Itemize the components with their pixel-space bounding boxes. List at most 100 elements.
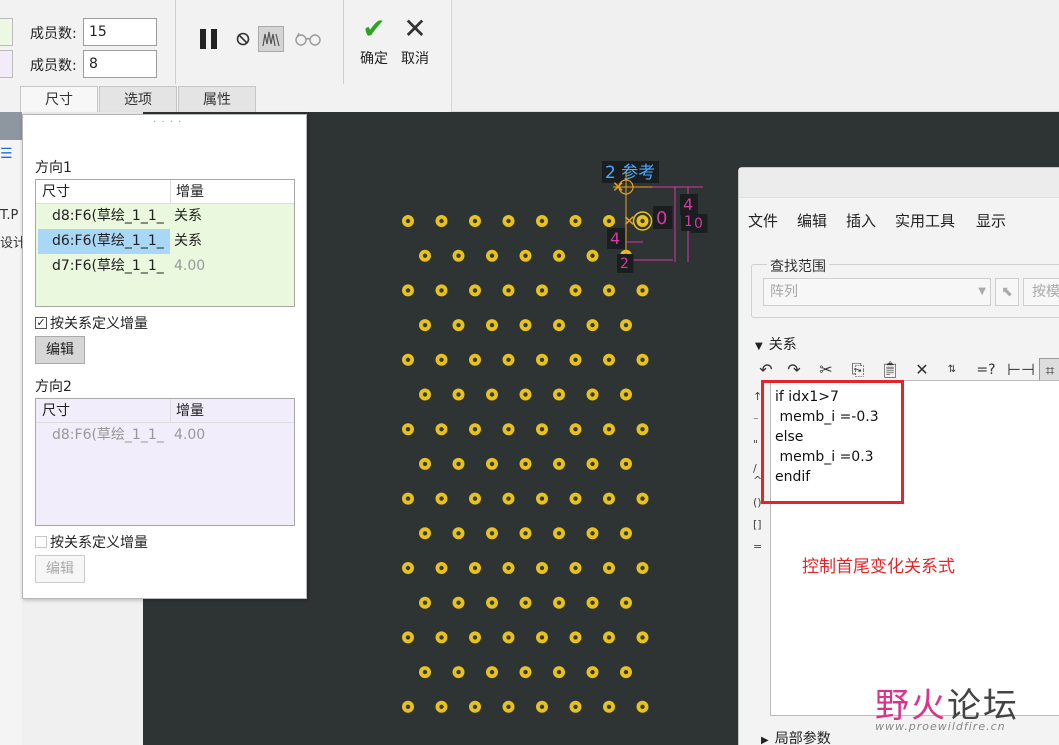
menu-edit[interactable]: 编辑 [797, 210, 827, 231]
hole-center [405, 496, 411, 501]
table-row-selected[interactable]: d6:F6(草绘_1_1_ 关系 [36, 229, 294, 254]
increment-cell[interactable]: 4.00 [174, 254, 205, 279]
dir1-edit-button[interactable]: 编辑 [35, 336, 85, 364]
hole-center [523, 531, 528, 536]
hole-center [590, 600, 595, 605]
gutter-symbol[interactable]: = [753, 540, 762, 553]
sort-values-icon[interactable]: ⇅ [941, 358, 963, 382]
hole-center [523, 669, 528, 675]
dimension-measure-icon[interactable]: ⊢⊣ [1007, 358, 1035, 382]
show-dimension-icon[interactable]: ⌗ [1039, 358, 1059, 382]
undo-icon[interactable]: ↶ [755, 358, 777, 382]
dir1-relation-checkbox[interactable]: ✓ [35, 317, 47, 329]
hole-center [422, 253, 428, 258]
hole-center [590, 531, 595, 536]
increment-cell[interactable]: 关系 [174, 229, 202, 254]
hole-center [472, 496, 478, 501]
hole-center [539, 427, 545, 432]
cut-icon[interactable]: ✂ [815, 358, 837, 382]
paste-icon[interactable]: 📋︎ [879, 358, 901, 382]
dimension-cell: d6:F6(草绘_1_1_ [38, 229, 170, 254]
confirm-button[interactable]: ✔ 确定 [360, 12, 388, 68]
column-header-increment[interactable]: 增量 [170, 180, 290, 204]
pause-icon[interactable] [196, 26, 222, 52]
hole-center [556, 461, 562, 467]
gutter-symbol[interactable]: ⁻ [753, 414, 759, 427]
dir2-relation-checkbox-row[interactable]: 按关系定义增量 [35, 532, 148, 552]
direction1-table-header: 尺寸 增量 [36, 180, 294, 204]
column-header-increment[interactable]: 增量 [170, 399, 290, 423]
member-count-label-1: 成员数: [30, 26, 77, 42]
checkmark-icon: ✔ [362, 12, 386, 45]
hole-center [439, 288, 444, 293]
hole-center [405, 704, 411, 709]
increment-cell[interactable]: 4.00 [174, 423, 205, 448]
dir2-relation-checkbox[interactable] [35, 536, 47, 548]
hole-center [623, 392, 629, 397]
tree-item-fragment-1[interactable]: T.P [0, 208, 18, 223]
stop-preview-icon[interactable] [234, 30, 252, 48]
glasses-view-icon[interactable] [293, 28, 323, 50]
hole-center [590, 322, 595, 328]
clipped-input-1[interactable] [0, 18, 13, 46]
menu-utilities[interactable]: 实用工具 [895, 210, 955, 231]
menu-display[interactable]: 显示 [976, 210, 1006, 231]
dir2-relation-checkbox-label: 按关系定义增量 [50, 535, 148, 551]
by-model-button[interactable]: 按模 [1023, 278, 1059, 306]
hole-center [422, 461, 428, 467]
scope-select-value: 阵列 [770, 284, 798, 300]
hole-center [472, 635, 478, 640]
geometry-preview-icon[interactable] [258, 26, 284, 52]
annotation-text: 控制首尾变化关系式 [802, 557, 955, 577]
list-view-icon[interactable]: ☰ [0, 146, 13, 162]
hole-center [472, 427, 478, 432]
direction2-title: 方向2 [35, 379, 72, 395]
increment-cell[interactable]: 关系 [174, 204, 202, 229]
column-header-dimension[interactable]: 尺寸 [42, 399, 70, 423]
scope-select[interactable]: 阵列 ▼ [763, 278, 991, 306]
copy-icon[interactable]: ⎘ [847, 358, 869, 382]
delete-icon[interactable]: ✕ [911, 358, 933, 382]
dir2-edit-button[interactable]: 编辑 [35, 555, 85, 583]
dir1-relation-checkbox-row[interactable]: ✓ 按关系定义增量 [35, 313, 148, 333]
direction1-table: 尺寸 增量 d8:F6(草绘_1_1_ 关系 d6:F6(草绘_1_1_ 关系 … [35, 179, 295, 307]
table-row[interactable]: d7:F6(草绘_1_1_ 4.00 [36, 254, 294, 279]
gutter-symbol[interactable]: " [753, 438, 758, 451]
table-row[interactable]: d8:F6(草绘_1_1_ 关系 [36, 204, 294, 229]
hole-center [506, 357, 511, 362]
hole-center [640, 218, 645, 224]
tab-dimensions[interactable]: 尺寸 [20, 86, 98, 112]
hole-center [506, 565, 511, 571]
hole-center [456, 531, 461, 536]
evaluate-icon[interactable]: =? [975, 358, 997, 382]
cancel-button[interactable]: ✕ 取消 [401, 12, 429, 68]
hole-center [439, 427, 444, 432]
hole-center [506, 704, 511, 709]
hole-center [573, 496, 578, 501]
redo-icon[interactable]: ↷ [783, 358, 805, 382]
member-count-input-2[interactable]: 8 [83, 50, 157, 78]
column-header-dimension[interactable]: 尺寸 [42, 180, 70, 204]
hole-center [590, 253, 595, 258]
dialog-titlebar[interactable] [739, 168, 1059, 198]
hole-center [506, 288, 511, 293]
tab-options[interactable]: 选项 [99, 86, 177, 112]
select-pointer-button[interactable]: ⬉ [995, 278, 1019, 306]
clipped-input-2[interactable] [0, 50, 13, 78]
hole-center [523, 322, 528, 328]
gutter-symbol[interactable]: [] [753, 518, 762, 531]
hole-center [439, 496, 444, 501]
menu-file[interactable]: 文件 [748, 210, 778, 231]
relations-section-header[interactable]: ▼ 关系 [755, 334, 797, 354]
ribbon-separator [175, 0, 176, 84]
local-params-header[interactable]: ▶ 局部参数 [761, 728, 831, 745]
hole-center [623, 600, 629, 605]
hole-center [590, 669, 595, 675]
menu-insert[interactable]: 插入 [846, 210, 876, 231]
table-row[interactable]: d8:F6(草绘_1_1_ 4.00 [36, 423, 294, 448]
tab-properties[interactable]: 属性 [178, 86, 256, 112]
member-count-input-1[interactable]: 15 [83, 18, 157, 46]
hole-center [422, 392, 428, 397]
hole-center [590, 392, 595, 397]
panel-grip[interactable]: · · · · [153, 117, 182, 128]
